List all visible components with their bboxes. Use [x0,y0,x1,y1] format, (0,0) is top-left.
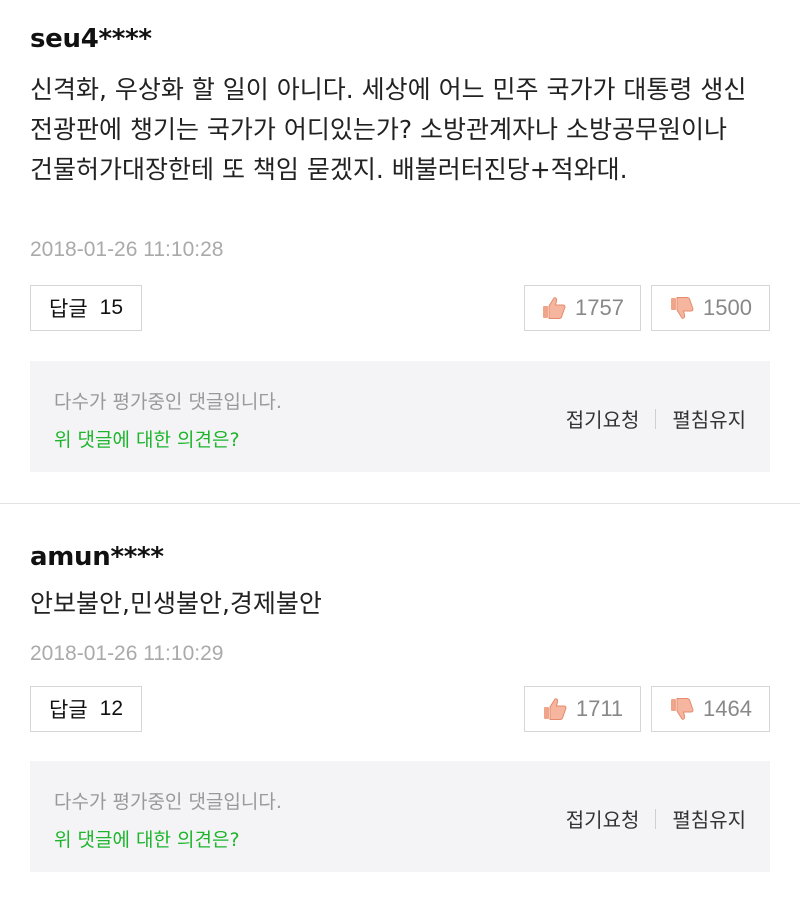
comment-username[interactable]: amun**** [30,542,164,572]
thumbs-down-icon [671,297,694,319]
dislike-button[interactable]: 1500 [651,285,770,331]
divider [655,808,657,829]
evaluation-question: 위 댓글에 대한 의견은? [54,829,240,851]
thumbs-up-icon [543,698,567,720]
like-count: 1757 [575,295,624,320]
like-button[interactable]: 1757 [524,285,641,331]
dislike-count: 1464 [703,696,752,721]
evaluation-box: 다수가 평가중인 댓글입니다. 위 댓글에 대한 의견은? 접기요청 펼침유지 [30,361,770,472]
dislike-count: 1500 [703,295,752,320]
like-count: 1711 [575,696,624,721]
keep-open-button[interactable]: 펼침유지 [672,804,746,833]
like-button[interactable]: 1711 [524,686,641,732]
keep-open-button[interactable]: 펼침유지 [672,404,746,433]
comment-text: 신격화, 우상화 할 일이 아니다. 세상에 어느 민주 국가가 대통령 생신 … [30,75,747,184]
evaluation-box: 다수가 평가중인 댓글입니다. 위 댓글에 대한 의견은? 접기요청 펼침유지 [30,761,770,872]
comment-date: 2018-01-26 11:10:29 [30,642,224,665]
fold-request-button[interactable]: 접기요청 [566,404,640,433]
comment-text: 안보불안,민생불안,경제불안 [30,589,322,618]
reply-label: 답글 [49,698,88,722]
evaluation-question: 위 댓글에 대한 의견은? [54,429,240,451]
evaluation-notice: 다수가 평가중인 댓글입니다. [54,791,282,813]
reply-button[interactable]: 답글 12 [30,686,142,732]
evaluation-actions: 접기요청 펼침유지 [566,804,746,833]
reply-count: 15 [99,296,123,319]
comment-username[interactable]: seu4**** [30,24,152,54]
reply-button[interactable]: 답글 15 [30,285,142,331]
dislike-button[interactable]: 1464 [651,686,770,732]
divider [655,408,657,429]
reply-count: 12 [99,697,123,720]
thumbs-down-icon [671,698,694,720]
comment-item: seu4**** 신격화, 우상화 할 일이 아니다. 세상에 어느 민주 국가… [0,0,800,504]
fold-request-button[interactable]: 접기요청 [566,804,640,833]
comment-date: 2018-01-26 11:10:28 [30,238,224,261]
evaluation-actions: 접기요청 펼침유지 [566,404,746,433]
reply-label: 답글 [49,297,88,321]
evaluation-notice: 다수가 평가중인 댓글입니다. [54,391,282,413]
comment-item: amun**** 안보불안,민생불안,경제불안 2018-01-26 11:10… [0,504,800,904]
thumbs-up-icon [543,297,566,319]
